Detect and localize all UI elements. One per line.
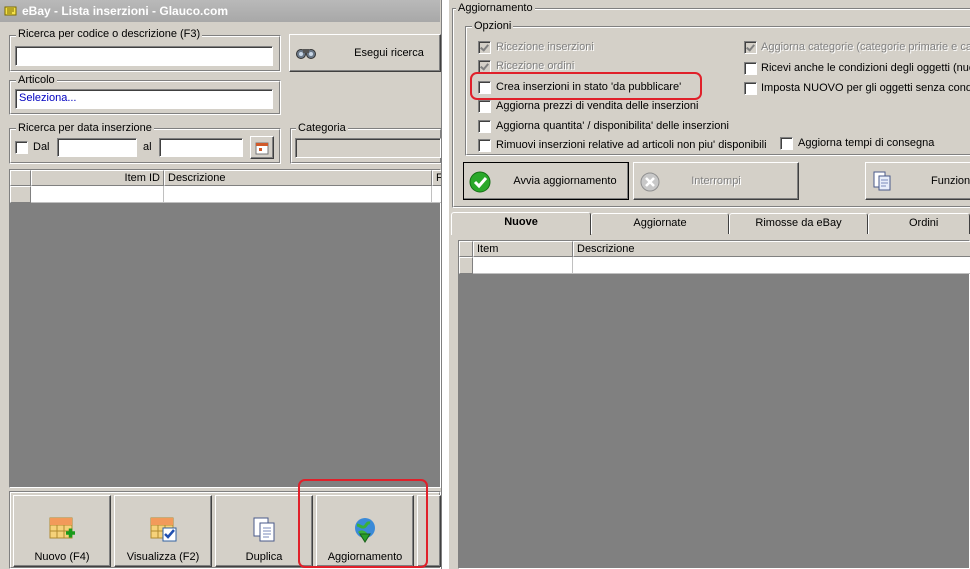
column-header-item[interactable]: Item (473, 241, 573, 257)
option-ricezione-ordini-label: Ricezione ordini (496, 60, 575, 72)
new-button[interactable]: Nuovo (F4) (13, 495, 111, 567)
column-header-item-id[interactable]: Item ID (31, 170, 164, 186)
view-button[interactable]: Visualizza (F2) (114, 495, 212, 567)
option-aggiorna-prezzi-label: Aggiorna prezzi di vendita delle inserzi… (496, 100, 699, 112)
calendar-button[interactable] (250, 136, 274, 159)
date-search-group-label: Ricerca per data inserzione (16, 122, 154, 134)
option-tempi-consegna-label: Aggiorna tempi di consegna (798, 137, 935, 149)
view-grid-icon (150, 517, 177, 542)
stop-icon (640, 172, 660, 192)
row-selector[interactable] (459, 257, 473, 274)
functions-button[interactable]: Funzioni (865, 162, 970, 200)
date-from-input[interactable] (57, 138, 137, 157)
tab-rimosse[interactable]: Rimosse da eBay (729, 213, 868, 234)
tab-aggiornate[interactable]: Aggiornate (591, 213, 729, 234)
window-title: eBay - Lista inserzioni - Glauco.com (0, 0, 440, 22)
table-row-cell[interactable] (164, 186, 432, 203)
grid-corner (10, 170, 31, 186)
column-header-descrizione[interactable]: Descrizione (573, 241, 970, 257)
view-button-label: Visualizza (F2) (126, 551, 200, 563)
option-aggiorna-categorie-label: Aggiorna categorie (categorie primarie e… (761, 41, 970, 53)
check-icon (469, 171, 491, 193)
tab-nuove[interactable]: Nuove (451, 212, 591, 235)
app-icon (4, 6, 17, 16)
start-update-button-label: Avvia aggiornamento (513, 175, 617, 187)
article-group-label: Articolo (16, 74, 57, 86)
article-select[interactable]: Seleziona... (15, 89, 273, 109)
option-imposta-nuovo-checkbox[interactable] (744, 82, 757, 95)
table-row-cell[interactable] (473, 257, 573, 274)
search-button-label: Esegui ricerca (354, 47, 424, 59)
date-to-input[interactable] (159, 138, 243, 157)
option-ricezione-inserzioni-label: Ricezione inserzioni (496, 41, 594, 53)
grid-corner (459, 241, 473, 257)
option-tempi-consegna-checkbox[interactable] (780, 137, 793, 150)
options-group-label: Opzioni (472, 20, 514, 32)
option-aggiorna-quantita-label: Aggiorna quantita' / disponibilita' dell… (496, 120, 729, 132)
row-selector[interactable] (10, 186, 31, 203)
option-ricezione-inserzioni-checkbox[interactable] (478, 41, 491, 54)
date-from-checkbox[interactable] (15, 141, 28, 154)
tab-ordini[interactable]: Ordini (868, 213, 970, 234)
stop-button-label: Interrompi (691, 175, 741, 187)
functions-button-label: Funzioni (931, 175, 970, 187)
option-condizioni-oggetti-checkbox[interactable] (744, 62, 757, 75)
nuove-grid[interactable]: Item Descrizione (458, 240, 970, 569)
category-select[interactable] (295, 138, 441, 158)
option-condizioni-oggetti-label: Ricevi anche le condizioni degli oggetti… (761, 62, 970, 74)
article-select-value: Seleziona... (19, 92, 77, 104)
start-update-button[interactable]: Avvia aggiornamento (463, 162, 629, 200)
functions-icon (873, 171, 891, 191)
option-aggiorna-quantita-checkbox[interactable] (478, 120, 491, 133)
binoculars-icon (296, 49, 316, 59)
calendar-icon (255, 142, 269, 154)
stop-button[interactable]: Interrompi (633, 162, 799, 200)
search-group-label: Ricerca per codice o descrizione (F3) (16, 28, 203, 40)
option-aggiorna-prezzi-checkbox[interactable] (478, 100, 491, 113)
search-input[interactable] (15, 46, 273, 66)
option-aggiorna-categorie-checkbox[interactable] (744, 41, 757, 54)
table-row-cell[interactable] (573, 257, 970, 274)
new-grid-icon (49, 517, 75, 539)
update-group-label: Aggiornamento (456, 2, 535, 14)
category-group-label: Categoria (296, 122, 348, 134)
date-from-label: Dal (33, 141, 50, 153)
highlight-crea-inserzioni (470, 72, 702, 100)
option-imposta-nuovo-label: Imposta NUOVO per gli oggetti senza cond… (761, 82, 970, 94)
column-header-descrizione[interactable]: Descrizione (164, 170, 432, 186)
duplicate-button-label: Duplica (245, 551, 283, 563)
inserzioni-grid[interactable]: Item ID Descrizione F (9, 169, 442, 488)
option-rimuovi-inserzioni-checkbox[interactable] (478, 139, 491, 152)
table-row-cell[interactable] (31, 186, 164, 203)
search-button[interactable]: Esegui ricerca (289, 34, 441, 72)
new-button-label: Nuovo (F4) (34, 551, 90, 563)
duplicate-icon (253, 517, 275, 542)
date-to-label: al (143, 141, 152, 153)
highlight-update-button (298, 479, 428, 568)
window-separator (441, 0, 449, 569)
option-rimuovi-inserzioni-label: Rimuovi inserzioni relative ad articoli … (496, 139, 767, 151)
